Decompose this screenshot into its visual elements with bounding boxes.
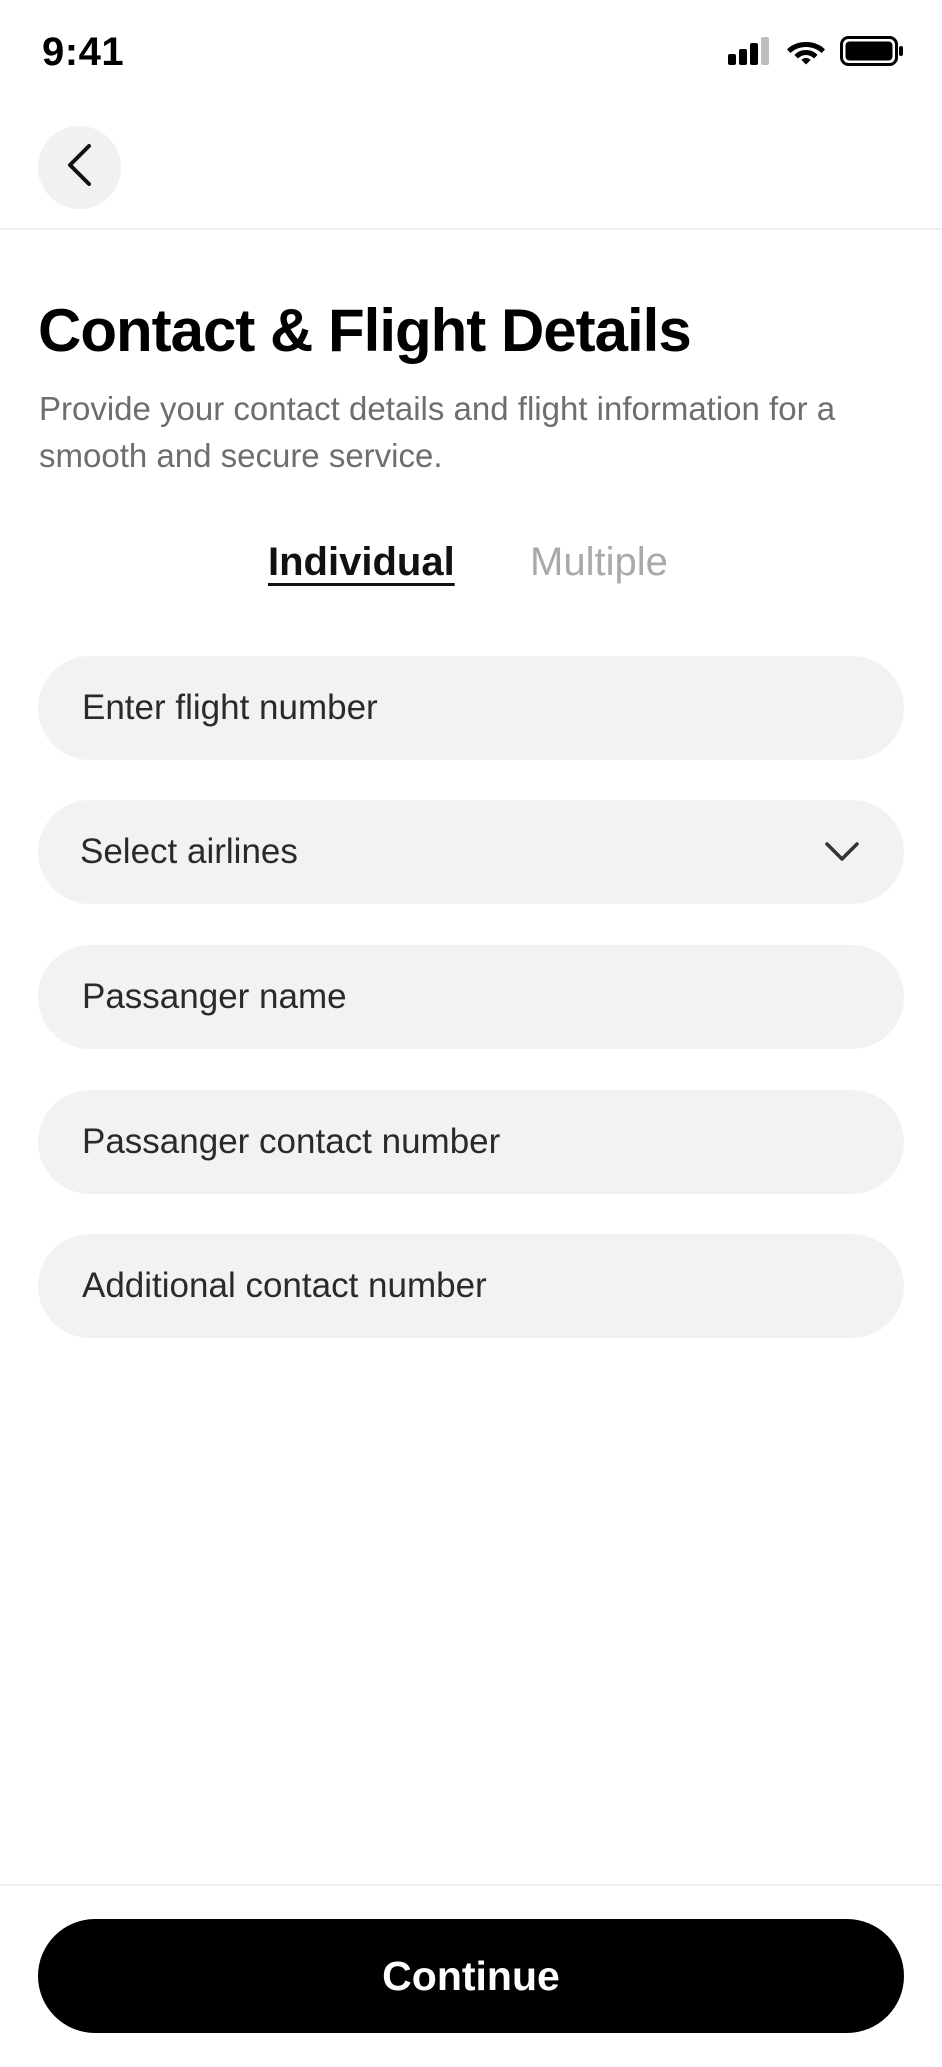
back-button[interactable]: [38, 126, 121, 209]
navigation-header: [0, 110, 942, 230]
bottom-divider: [0, 1884, 942, 1886]
passenger-contact-input[interactable]: [80, 1121, 862, 1163]
wifi-icon: [786, 36, 826, 71]
flight-number-input[interactable]: [80, 687, 862, 729]
chevron-left-icon: [65, 143, 95, 192]
airlines-select-label: Select airlines: [80, 832, 298, 871]
tab-multiple[interactable]: Multiple: [530, 540, 668, 585]
mode-tabs: Individual Multiple: [0, 540, 942, 600]
status-icons: [728, 36, 904, 71]
page-title: Contact & Flight Details: [38, 297, 692, 364]
passenger-contact-field[interactable]: [38, 1090, 904, 1194]
additional-contact-input[interactable]: [80, 1265, 862, 1307]
flight-number-field[interactable]: [38, 656, 904, 760]
status-time: 9:41: [42, 30, 125, 74]
additional-contact-field[interactable]: [38, 1234, 904, 1338]
cellular-signal-icon: [728, 37, 772, 70]
passenger-name-field[interactable]: [38, 945, 904, 1049]
battery-icon: [840, 36, 904, 71]
airlines-select[interactable]: Select airlines: [38, 800, 904, 904]
continue-button[interactable]: Continue: [38, 1919, 904, 2033]
passenger-name-input[interactable]: [80, 976, 862, 1018]
status-bar: 9:41: [0, 0, 942, 110]
chevron-down-icon: [822, 832, 862, 872]
tab-individual[interactable]: Individual: [268, 540, 455, 585]
page-subtitle: Provide your contact details and flight …: [39, 390, 836, 474]
